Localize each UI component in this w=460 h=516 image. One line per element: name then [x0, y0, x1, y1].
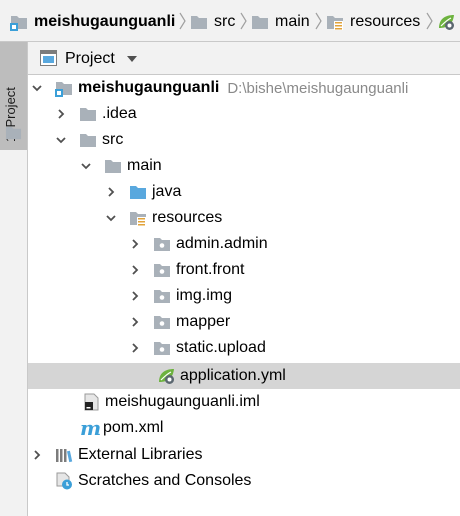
chevron-down-icon[interactable]	[106, 213, 116, 223]
navigation-bar: meishugaunguanli src main resources	[0, 0, 460, 42]
project-view-icon	[40, 50, 57, 66]
package-icon	[153, 235, 171, 253]
tree-item-label: .idea	[102, 105, 137, 122]
tree-item-label: static.upload	[176, 339, 266, 356]
tree-item-scratches[interactable]: Scratches and Consoles	[28, 468, 460, 494]
module-folder-icon	[10, 13, 28, 31]
tree-item-iml[interactable]: meishugaunguanli.iml	[28, 389, 460, 415]
tree-item-label: main	[127, 157, 162, 174]
spring-config-icon	[437, 13, 455, 31]
tree-item-application-yml[interactable]: application.yml	[28, 363, 460, 389]
chevron-right-icon[interactable]	[32, 450, 42, 460]
tree-item-src[interactable]: src	[28, 127, 460, 153]
breadcrumb-item-main[interactable]: main	[251, 10, 310, 34]
folder-icon	[79, 105, 97, 123]
tree-item-pom[interactable]: m pom.xml	[28, 415, 460, 441]
breadcrumb-item-src[interactable]: src	[190, 10, 235, 34]
breadcrumb-label: main	[275, 13, 310, 30]
source-folder-icon	[129, 183, 147, 201]
tree-item-java[interactable]: java	[28, 179, 460, 205]
tree-item-static[interactable]: static.upload	[28, 335, 460, 361]
folder-icon	[251, 13, 269, 31]
chevron-down-icon[interactable]	[56, 135, 66, 145]
package-icon	[153, 313, 171, 331]
iml-file-icon	[82, 393, 100, 411]
tool-window-stripe: 1: Project	[0, 42, 28, 516]
tree-item-mapper[interactable]: mapper	[28, 309, 460, 335]
tree-item-label: java	[152, 183, 182, 200]
tree-item-external-libraries[interactable]: External Libraries	[28, 442, 460, 468]
tree-item-label: External Libraries	[78, 446, 203, 463]
chevron-right-icon[interactable]	[130, 317, 140, 327]
chevron-right-icon[interactable]	[130, 291, 140, 301]
folder-icon	[190, 13, 208, 31]
breadcrumb-separator-icon	[426, 12, 433, 30]
project-panel-header: Project	[28, 42, 460, 75]
breadcrumb-item-resources[interactable]: resources	[326, 10, 420, 34]
breadcrumb-separator-icon	[315, 12, 322, 30]
chevron-down-icon[interactable]	[32, 83, 42, 93]
tree-item-admin[interactable]: admin.admin	[28, 231, 460, 257]
tree-item-main[interactable]: main	[28, 153, 460, 179]
chevron-right-icon[interactable]	[130, 343, 140, 353]
resources-folder-icon	[129, 209, 147, 227]
project-tool-window-tab[interactable]: 1: Project	[0, 42, 27, 150]
tree-item-idea[interactable]: .idea	[28, 101, 460, 127]
tree-item-project-root[interactable]: meishugaunguanli D:\bishe\meishugaunguan…	[28, 75, 460, 101]
folder-icon	[104, 157, 122, 175]
package-icon	[153, 287, 171, 305]
tree-item-label: admin.admin	[176, 235, 268, 252]
breadcrumb-label: src	[214, 13, 236, 30]
module-folder-icon	[55, 79, 73, 97]
scratches-icon	[55, 472, 73, 490]
tree-item-label: application.yml	[180, 367, 286, 384]
breadcrumb-item-project[interactable]: meishugaunguanli	[10, 10, 175, 34]
tree-item-label: src	[102, 131, 124, 148]
tree-item-label: mapper	[176, 313, 231, 330]
spring-config-icon	[157, 367, 175, 385]
resources-folder-icon	[326, 13, 344, 31]
libraries-icon	[55, 446, 73, 464]
tree-item-label: front.front	[176, 261, 245, 278]
breadcrumb-separator-icon	[179, 12, 186, 30]
chevron-right-icon[interactable]	[130, 239, 140, 249]
breadcrumb-label: resources	[350, 13, 421, 30]
tree-item-resources[interactable]: resources	[28, 205, 460, 231]
breadcrumb-separator-icon	[240, 12, 247, 30]
tree-item-label: meishugaunguanli	[78, 79, 220, 96]
package-icon	[153, 261, 171, 279]
maven-icon: m	[80, 416, 102, 440]
tree-item-path: D:\bishe\meishugaunguanli	[227, 79, 409, 97]
folder-icon	[5, 124, 22, 141]
folder-icon	[79, 131, 97, 149]
chevron-right-icon[interactable]	[56, 109, 66, 119]
tree-item-label: Scratches and Consoles	[78, 472, 252, 489]
tree-item-label: meishugaunguanli.iml	[105, 393, 260, 410]
breadcrumb-label: meishugaunguanli	[34, 13, 176, 30]
tree-item-label: pom.xml	[103, 419, 164, 436]
breadcrumb-item-config[interactable]	[437, 10, 455, 34]
caret-down-icon[interactable]	[127, 56, 137, 63]
tree-item-label: img.img	[176, 287, 233, 304]
package-icon	[153, 339, 171, 357]
chevron-right-icon[interactable]	[130, 265, 140, 275]
chevron-right-icon[interactable]	[106, 187, 116, 197]
panel-title[interactable]: Project	[65, 50, 115, 68]
tree-item-img[interactable]: img.img	[28, 283, 460, 309]
tree-item-label: resources	[152, 209, 223, 226]
chevron-down-icon[interactable]	[81, 161, 91, 171]
tree-item-front[interactable]: front.front	[28, 257, 460, 283]
